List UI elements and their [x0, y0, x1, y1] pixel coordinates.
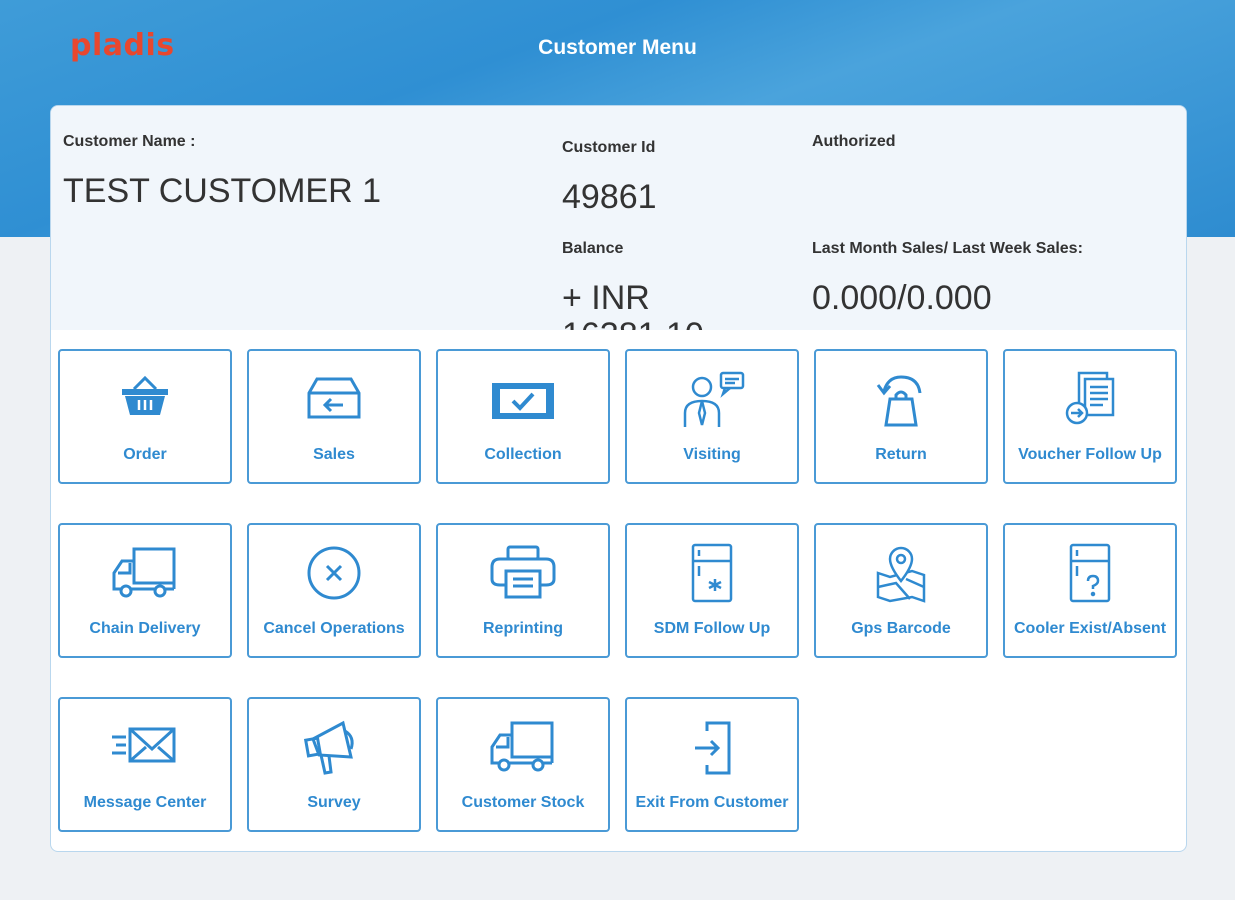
reprinting-label: Reprinting — [483, 620, 563, 637]
fridge-question-icon — [1055, 543, 1125, 605]
balance-value: + INR — [562, 279, 650, 317]
sales-value: 0.000/0.000 — [812, 279, 992, 317]
order-button[interactable]: Order — [58, 349, 232, 484]
sales-label: Last Month Sales/ Last Week Sales: — [812, 240, 1083, 257]
voucher-follow-up-label: Voucher Follow Up — [1018, 446, 1162, 463]
cancel-circle-icon — [299, 543, 369, 605]
collection-button[interactable]: Collection — [436, 349, 610, 484]
visiting-button[interactable]: Visiting — [625, 349, 799, 484]
message-center-label: Message Center — [83, 794, 207, 811]
gps-barcode-button[interactable]: Gps Barcode — [814, 523, 988, 658]
chain-delivery-button[interactable]: Chain Delivery — [58, 523, 232, 658]
sdm-follow-up-label: SDM Follow Up — [653, 620, 771, 637]
cooler-exist-absent-button[interactable]: Cooler Exist/Absent — [1003, 523, 1177, 658]
survey-label: Survey — [307, 794, 361, 811]
chain-delivery-label: Chain Delivery — [89, 620, 201, 637]
customer-info-panel: Customer Name : TEST CUSTOMER 1 Customer… — [51, 106, 1186, 330]
envelope-icon — [110, 717, 180, 779]
sales-button[interactable]: Sales — [247, 349, 421, 484]
map-pin-icon — [866, 543, 936, 605]
truck-icon — [110, 543, 180, 605]
customer-stock-button[interactable]: Customer Stock — [436, 697, 610, 832]
authorized-label: Authorized — [812, 133, 896, 150]
gps-barcode-label: Gps Barcode — [851, 620, 951, 637]
documents-arrow-icon — [1055, 369, 1125, 431]
exit-from-customer-label: Exit From Customer — [635, 794, 789, 811]
reprinting-button[interactable]: Reprinting — [436, 523, 610, 658]
exit-door-icon — [677, 717, 747, 779]
printer-icon — [488, 543, 558, 605]
person-chat-icon — [677, 369, 747, 431]
customer-id: 49861 — [562, 178, 657, 216]
customer-id-label: Customer Id — [562, 139, 656, 156]
return-label: Return — [875, 446, 927, 463]
balance-label: Balance — [562, 240, 624, 257]
visiting-label: Visiting — [683, 446, 741, 463]
message-center-button[interactable]: Message Center — [58, 697, 232, 832]
cancel-operations-label: Cancel Operations — [263, 620, 405, 637]
collection-label: Collection — [484, 446, 562, 463]
page-title: Customer Menu — [538, 36, 697, 59]
exit-from-customer-button[interactable]: Exit From Customer — [625, 697, 799, 832]
megaphone-icon — [299, 717, 369, 779]
return-button[interactable]: Return — [814, 349, 988, 484]
bag-return-icon — [866, 369, 936, 431]
order-label: Order — [123, 446, 167, 463]
cooler-exist-absent-label: Cooler Exist/Absent — [1013, 620, 1167, 637]
sdm-follow-up-button[interactable]: SDM Follow Up — [625, 523, 799, 658]
banknote-check-icon — [488, 369, 558, 431]
truck-stock-icon — [488, 717, 558, 779]
customer-name: TEST CUSTOMER 1 — [63, 172, 382, 210]
voucher-follow-up-button[interactable]: Voucher Follow Up — [1003, 349, 1177, 484]
sales-label: Sales — [313, 446, 355, 463]
customer-stock-label: Customer Stock — [461, 794, 585, 811]
customer-name-label: Customer Name : — [63, 133, 196, 150]
cancel-operations-button[interactable]: Cancel Operations — [247, 523, 421, 658]
survey-button[interactable]: Survey — [247, 697, 421, 832]
balance-amount-overflow: 16381.10 — [562, 320, 762, 330]
basket-icon — [110, 369, 180, 431]
box-arrow-icon — [299, 369, 369, 431]
fridge-snow-icon — [677, 543, 747, 605]
customer-card: Customer Name : TEST CUSTOMER 1 Customer… — [50, 105, 1187, 852]
